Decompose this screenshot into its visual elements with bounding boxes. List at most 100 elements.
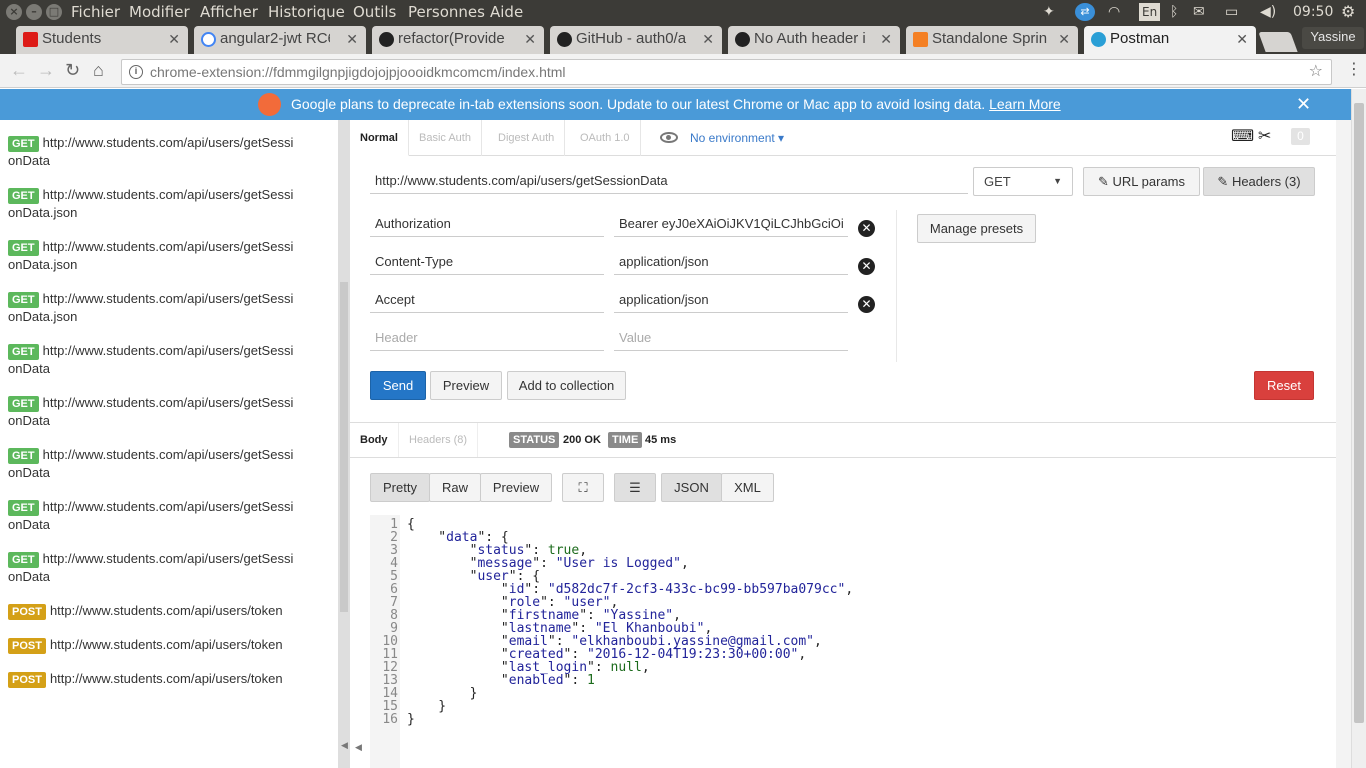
header-value-input[interactable]: application/json — [614, 249, 848, 275]
new-header-value-input[interactable]: Value — [614, 325, 848, 351]
window-close-button[interactable]: × — [6, 4, 22, 20]
tab-oauth[interactable]: OAuth 1.0 — [570, 120, 641, 156]
fullscreen-icon[interactable]: ⛶ — [562, 473, 604, 502]
header-key-input[interactable]: Authorization — [370, 211, 604, 237]
add-to-collection-button[interactable]: Add to collection — [507, 371, 626, 400]
history-item[interactable]: POST http://www.students.com/api/users/to… — [8, 670, 298, 688]
pretty-view-button[interactable]: Pretty — [370, 473, 430, 502]
environment-select[interactable]: No environment ▾ — [690, 120, 784, 156]
banner-close-icon[interactable]: ✕ — [1296, 89, 1311, 119]
remove-header-icon[interactable]: ✕ — [858, 258, 875, 275]
send-button[interactable]: Send — [370, 371, 426, 400]
tab-students[interactable]: Students ✕ — [16, 26, 188, 54]
menu-outils[interactable]: Outils — [353, 3, 396, 21]
tab-close-icon[interactable]: ✕ — [346, 26, 358, 52]
tab-close-icon[interactable]: ✕ — [880, 26, 892, 52]
header-key-input[interactable]: Accept — [370, 287, 604, 313]
scrollbar-thumb[interactable] — [340, 282, 348, 612]
address-bar[interactable]: i chrome-extension://fdmmgilgnpjigdojojp… — [121, 59, 1332, 85]
header-key-input[interactable]: Content-Type — [370, 249, 604, 275]
forward-arrow-icon[interactable]: → — [37, 61, 55, 79]
tab-close-icon[interactable]: ✕ — [1236, 26, 1248, 52]
tab-digest-auth[interactable]: Digest Auth — [488, 120, 566, 156]
history-item[interactable]: GET http://www.students.com/api/users/get… — [8, 550, 298, 586]
preview-view-button[interactable]: Preview — [480, 473, 552, 502]
header-value-input[interactable]: Bearer eyJ0eXAiOiJKV1QiLCJhbGciOi — [614, 211, 848, 237]
new-header-key-input[interactable]: Header — [370, 325, 604, 351]
preview-button[interactable]: Preview — [430, 371, 502, 400]
tab-refactor[interactable]: refactor(Provide ✕ — [372, 26, 544, 54]
request-url-input[interactable]: http://www.students.com/api/users/getSes… — [370, 168, 968, 194]
history-item[interactable]: GET http://www.students.com/api/users/get… — [8, 446, 298, 482]
wifi-icon[interactable]: ◠ — [1108, 3, 1120, 21]
dropbox-icon[interactable]: ✦ — [1043, 3, 1055, 21]
xml-format-button[interactable]: XML — [721, 473, 774, 502]
url-params-button[interactable]: ✎ URL params — [1083, 167, 1200, 196]
profile-button[interactable]: Yassine — [1302, 27, 1364, 49]
mail-icon[interactable]: ✉ — [1193, 3, 1205, 21]
keyboard-layout-indicator[interactable]: En — [1139, 3, 1161, 21]
history-item[interactable]: POST http://www.students.com/api/users/to… — [8, 602, 298, 620]
settings-wrench-icon[interactable]: ✂ — [1258, 126, 1271, 146]
chrome-menu-icon[interactable]: ⋮ — [1346, 60, 1362, 80]
tab-close-icon[interactable]: ✕ — [702, 26, 714, 52]
history-item[interactable]: POST http://www.students.com/api/users/to… — [8, 636, 298, 654]
tab-standalone-spring[interactable]: Standalone Sprin ✕ — [906, 26, 1078, 54]
tab-normal[interactable]: Normal — [350, 120, 409, 156]
menu-modifier[interactable]: Modifier — [129, 3, 190, 21]
tab-github-auth0[interactable]: GitHub - auth0/a ✕ — [550, 26, 722, 54]
tab-body[interactable]: Body — [350, 423, 398, 457]
collapse-sidebar-icon[interactable]: ◀ — [341, 740, 348, 751]
history-item[interactable]: GET http://www.students.com/api/users/get… — [8, 186, 298, 222]
header-value-input[interactable]: application/json — [614, 287, 848, 313]
clock[interactable]: 09:50 — [1293, 3, 1333, 21]
response-body[interactable]: 1 2 3 4 5 6 7 8 9 10 11 12 13 14 15 16 { "data": { "sta… — [370, 515, 1336, 768]
window-minimize-button[interactable]: – — [26, 4, 42, 20]
scroll-left-icon[interactable]: ◀ — [355, 742, 362, 753]
back-arrow-icon[interactable]: ← — [10, 61, 28, 79]
tab-basic-auth[interactable]: Basic Auth — [409, 120, 482, 156]
tab-close-icon[interactable]: ✕ — [1058, 26, 1070, 52]
new-tab-button[interactable] — [1258, 32, 1298, 52]
menu-historique[interactable]: Historique — [268, 3, 345, 21]
method-select[interactable]: GET ▼ — [973, 167, 1073, 196]
remove-header-icon[interactable]: ✕ — [858, 220, 875, 237]
main-scrollbar[interactable] — [1336, 120, 1351, 768]
history-item[interactable]: GET http://www.students.com/api/users/get… — [8, 498, 298, 534]
tab-close-icon[interactable]: ✕ — [168, 26, 180, 52]
remove-header-icon[interactable]: ✕ — [858, 296, 875, 313]
environment-eye-icon[interactable] — [660, 132, 678, 143]
tab-close-icon[interactable]: ✕ — [524, 26, 536, 52]
keyboard-shortcuts-icon[interactable]: ⌨ — [1231, 126, 1254, 146]
wrap-lines-icon[interactable]: ☰ — [614, 473, 656, 502]
reload-icon[interactable]: ↻ — [65, 61, 80, 79]
info-icon[interactable]: i — [129, 65, 143, 79]
scrollbar-thumb[interactable] — [1354, 103, 1364, 723]
menu-fichier[interactable]: Fichier — [71, 3, 120, 21]
settings-gear-icon[interactable]: ⚙ — [1341, 3, 1355, 21]
tab-angular2-jwt[interactable]: angular2-jwt RC6 ✕ — [194, 26, 366, 54]
manage-presets-button[interactable]: Manage presets — [917, 214, 1036, 243]
home-icon[interactable]: ⌂ — [93, 61, 104, 79]
history-item[interactable]: GET http://www.students.com/api/users/get… — [8, 134, 298, 170]
history-item[interactable]: GET http://www.students.com/api/users/get… — [8, 394, 298, 430]
volume-icon[interactable]: ◀) — [1260, 3, 1276, 21]
window-maximize-button[interactable]: □ — [46, 4, 62, 20]
headers-button[interactable]: ✎ Headers (3) — [1203, 167, 1315, 196]
history-item[interactable]: GET http://www.students.com/api/users/get… — [8, 342, 298, 378]
bookmark-star-icon[interactable]: ☆ — [1309, 60, 1323, 84]
tab-postman[interactable]: Postman ✕ — [1084, 26, 1256, 54]
notification-count[interactable]: 0 — [1291, 128, 1310, 145]
menu-afficher[interactable]: Afficher — [200, 3, 258, 21]
teamviewer-icon[interactable]: ⇄ — [1075, 3, 1095, 21]
bluetooth-icon[interactable]: ᛒ — [1170, 3, 1178, 21]
history-item[interactable]: GET http://www.students.com/api/users/get… — [8, 238, 298, 274]
history-item[interactable]: GET http://www.students.com/api/users/get… — [8, 290, 298, 326]
sidebar-scrollbar[interactable]: ◀ — [338, 120, 350, 768]
menu-aide[interactable]: Aide — [490, 3, 523, 21]
tab-no-auth-header[interactable]: No Auth header i ✕ — [728, 26, 900, 54]
raw-view-button[interactable]: Raw — [429, 473, 481, 502]
battery-icon[interactable]: ▭ — [1225, 3, 1238, 21]
tab-response-headers[interactable]: Headers (8) — [398, 423, 479, 457]
learn-more-link[interactable]: Learn More — [989, 96, 1061, 112]
